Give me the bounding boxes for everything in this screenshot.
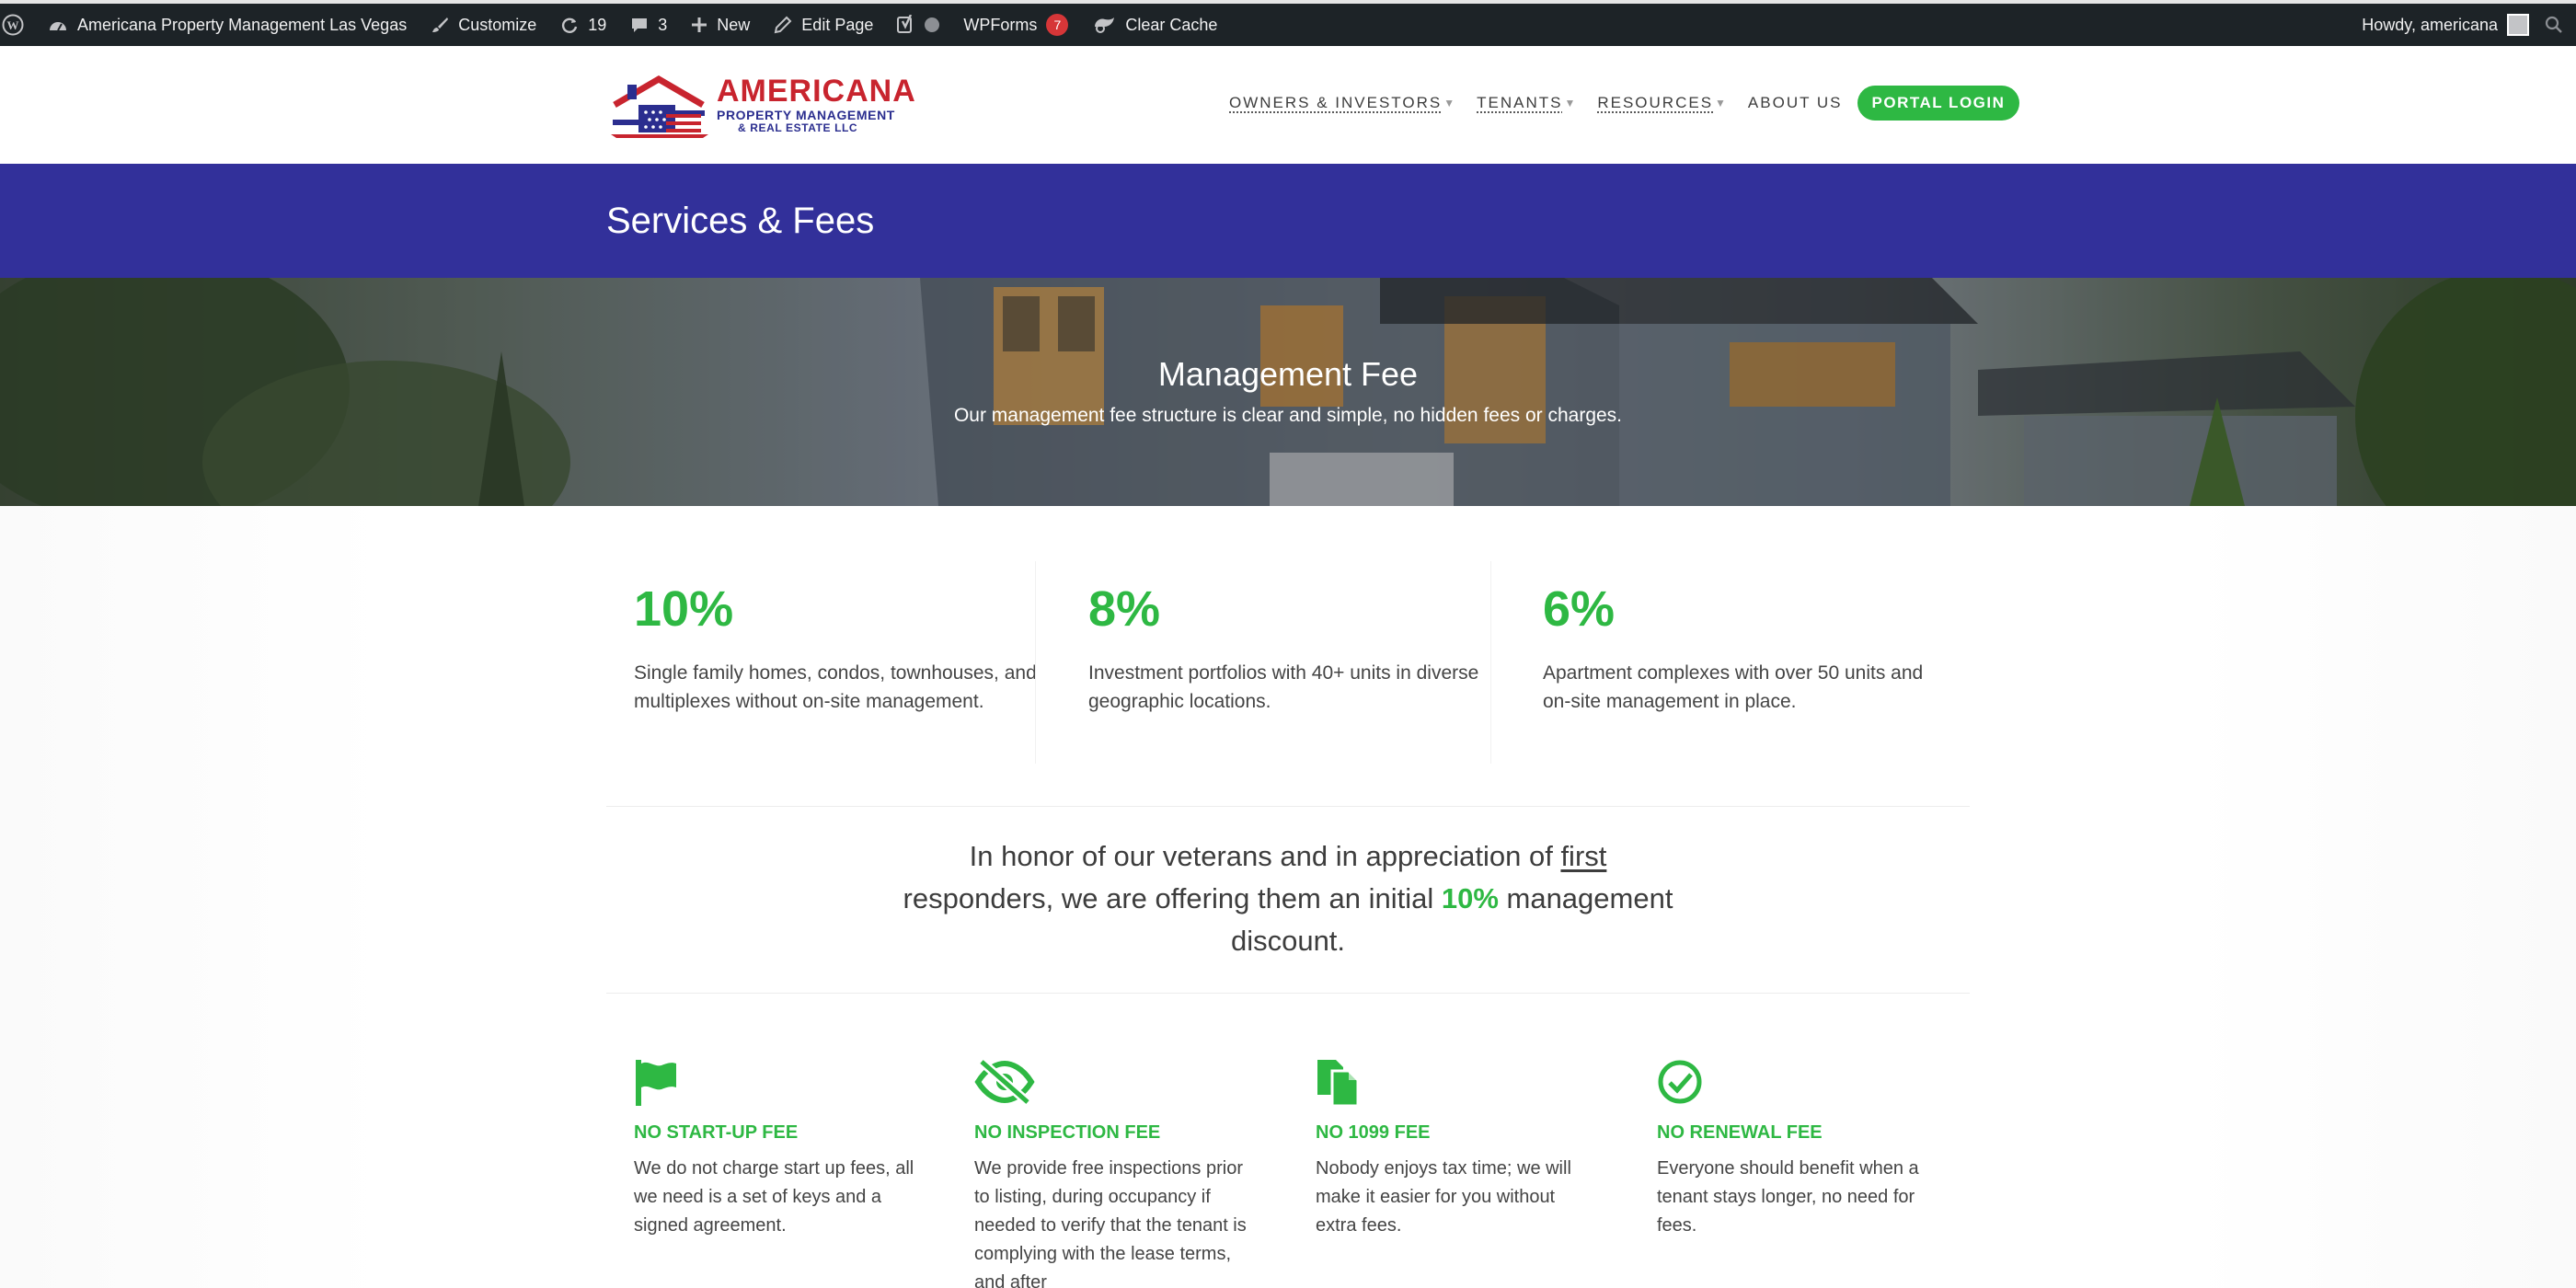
page-title-band: Services & Fees xyxy=(0,164,2576,278)
caret-down-icon: ▼ xyxy=(1564,97,1578,109)
fee-percent: 10% xyxy=(634,581,734,637)
section-divider xyxy=(606,806,1970,807)
customize-label: Customize xyxy=(458,15,537,34)
hero-title: Management Fee xyxy=(1157,355,1419,393)
brush-icon xyxy=(432,17,449,32)
comments-count: 3 xyxy=(658,15,668,34)
logo-tagline-1: PROPERTY MANAGEMENT xyxy=(717,108,895,122)
fee-percent: 6% xyxy=(1543,581,1616,637)
admin-search-button[interactable] xyxy=(2541,4,2567,46)
nav-resources-label: RESOURCES xyxy=(1597,94,1714,111)
hero-subtitle: Our management fee structure is clear an… xyxy=(953,405,1623,426)
site-name-link[interactable]: Americana Property Management Las Vegas xyxy=(36,4,419,46)
wordpress-logo-button[interactable]: W xyxy=(0,4,36,46)
nav-owners-investors-label: OWNERS & INVESTORS xyxy=(1229,94,1443,111)
main-nav: OWNERS & INVESTORS ▼ TENANTS ▼ RESOURCES… xyxy=(1229,85,2020,121)
no-renewal-fee-feature: NO RENEWAL FEE Everyone should benefit w… xyxy=(1657,1058,1942,1240)
first-responders-link[interactable]: first xyxy=(1560,840,1606,872)
admin-bar: W Americana Property Management Las Vega… xyxy=(0,0,2576,46)
fee-description: Single family homes, condos, townhouses,… xyxy=(634,662,1037,712)
new-content-link[interactable]: New xyxy=(679,4,762,46)
feature-description: We do not charge start up fees, all we n… xyxy=(634,1158,914,1236)
customize-link[interactable]: Customize xyxy=(419,4,548,46)
edit-page-link[interactable]: Edit Page xyxy=(762,4,885,46)
nav-about-us[interactable]: ABOUT US xyxy=(1748,94,1843,112)
wordpress-icon: W xyxy=(2,14,24,36)
yoast-seo-button[interactable] xyxy=(885,4,951,46)
house-flag-logo-icon xyxy=(611,75,708,138)
svg-text:W: W xyxy=(7,18,19,32)
cache-icon xyxy=(1095,17,1115,33)
veteran-text-2: responders, we are offering them an init… xyxy=(903,882,1442,914)
avatar xyxy=(2507,14,2529,36)
feature-title: NO RENEWAL FEE xyxy=(1657,1122,1823,1143)
wpforms-badge: 7 xyxy=(1046,14,1069,36)
right-page-gutter xyxy=(2190,506,2576,1288)
nav-tenants-label: TENANTS xyxy=(1477,94,1563,111)
hero-banner: Management Fee Our management fee struct… xyxy=(0,278,2576,506)
nav-resources[interactable]: RESOURCES ▼ xyxy=(1597,94,1728,112)
caret-down-icon: ▼ xyxy=(1715,97,1728,109)
feature-title: NO START-UP FEE xyxy=(634,1122,799,1143)
fee-tier-6: 6% Apartment complexes with over 50 unit… xyxy=(1543,580,1948,716)
search-icon xyxy=(2545,16,2562,33)
veteran-text-1: In honor of our veterans and in apprecia… xyxy=(969,840,1561,872)
logo-wordmark: AMERICANA xyxy=(717,74,916,109)
caret-down-icon: ▼ xyxy=(1443,97,1457,109)
left-page-gutter xyxy=(0,506,386,1288)
clear-cache-label: Clear Cache xyxy=(1125,15,1218,34)
check-circle-icon xyxy=(1658,1060,1702,1104)
feature-title: NO INSPECTION FEE xyxy=(974,1122,1161,1143)
fee-description: Investment portfolios with 40+ units in … xyxy=(1088,662,1479,712)
fee-percent: 8% xyxy=(1088,581,1161,637)
new-label: New xyxy=(717,15,751,34)
column-divider xyxy=(1490,561,1491,764)
feature-description: Nobody enjoys tax time; we will make it … xyxy=(1316,1158,1571,1236)
nav-about-us-label: ABOUT US xyxy=(1747,94,1843,111)
plus-icon xyxy=(692,17,707,32)
site-name-label: Americana Property Management Las Vegas xyxy=(77,15,408,34)
section-divider xyxy=(606,993,1970,994)
yoast-icon xyxy=(897,15,913,33)
nav-tenants[interactable]: TENANTS ▼ xyxy=(1477,94,1577,112)
updates-count: 19 xyxy=(588,15,607,34)
nav-owners-investors[interactable]: OWNERS & INVESTORS ▼ xyxy=(1229,94,1456,112)
edit-page-label: Edit Page xyxy=(801,15,874,34)
no-inspection-fee-feature: NO INSPECTION FEE We provide free inspec… xyxy=(974,1058,1259,1288)
logo-tagline-2: & REAL ESTATE LLC xyxy=(738,121,858,134)
discount-highlight: 10% xyxy=(1441,882,1499,914)
comments-link[interactable]: 3 xyxy=(618,4,679,46)
wpforms-label: WPForms xyxy=(963,15,1038,34)
fee-description: Apartment complexes with over 50 units a… xyxy=(1543,662,1924,712)
veteran-discount-note: In honor of our veterans and in apprecia… xyxy=(902,835,1674,962)
no-startup-fee-feature: NO START-UP FEE We do not charge start u… xyxy=(634,1058,919,1240)
howdy-label: Howdy, americana xyxy=(2362,15,2498,34)
seo-status-dot xyxy=(925,17,940,32)
documents-icon xyxy=(1317,1060,1360,1108)
flag-icon xyxy=(636,1060,676,1106)
fee-tier-8: 8% Investment portfolios with 40+ units … xyxy=(1088,580,1493,716)
portal-login-button[interactable]: PORTAL LOGIN xyxy=(1857,86,2020,121)
refresh-icon xyxy=(562,17,578,33)
fee-tier-10: 10% Single family homes, condos, townhou… xyxy=(634,580,1039,716)
account-menu[interactable]: Howdy, americana xyxy=(2350,4,2541,46)
comment-icon xyxy=(632,18,648,32)
updates-link[interactable]: 19 xyxy=(548,4,618,46)
dashboard-icon xyxy=(50,22,66,31)
wpforms-link[interactable]: WPForms 7 xyxy=(951,4,1080,46)
page-title: Services & Fees xyxy=(606,201,875,241)
clear-cache-link[interactable]: Clear Cache xyxy=(1080,4,1229,46)
no-1099-fee-feature: NO 1099 FEE Nobody enjoys tax time; we w… xyxy=(1316,1058,1601,1240)
feature-description: We provide free inspections prior to lis… xyxy=(974,1158,1247,1288)
site-logo[interactable]: AMERICANA PROPERTY MANAGEMENT & REAL EST… xyxy=(611,74,915,138)
eye-slash-icon xyxy=(974,1058,1035,1106)
pencil-icon xyxy=(775,16,792,34)
feature-title: NO 1099 FEE xyxy=(1316,1122,1431,1143)
feature-description: Everyone should benefit when a tenant st… xyxy=(1657,1158,1919,1236)
column-divider xyxy=(1035,561,1036,764)
site-header: AMERICANA PROPERTY MANAGEMENT & REAL EST… xyxy=(0,46,2576,164)
